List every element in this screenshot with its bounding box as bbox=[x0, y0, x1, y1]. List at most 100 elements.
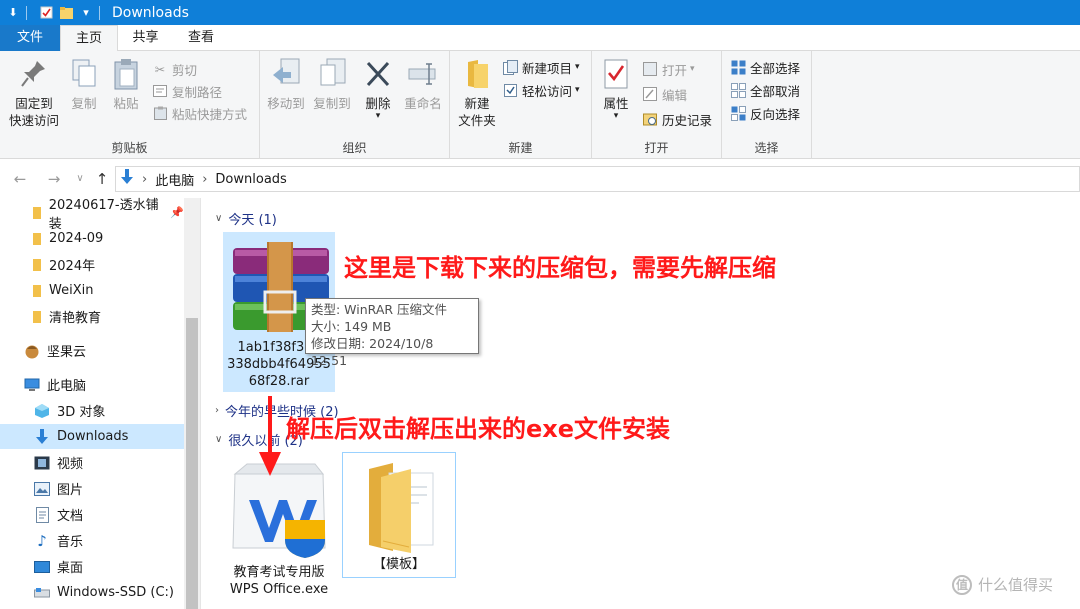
delete-label: 删除 bbox=[365, 96, 391, 111]
sidebar-item-pictures[interactable]: 图片 bbox=[0, 476, 184, 501]
sidebar-item-label: 2024-09 bbox=[49, 231, 104, 246]
sidebar-scrollbar-thumb[interactable] bbox=[186, 318, 198, 609]
delete-dropdown-icon[interactable]: ▾ bbox=[360, 112, 396, 121]
open-button[interactable]: 打开 ▾ bbox=[642, 59, 695, 79]
up-arrow-icon[interactable]: ↑ bbox=[92, 169, 112, 189]
history-button[interactable]: 历史记录 bbox=[642, 109, 712, 129]
tab-view[interactable]: 查看 bbox=[173, 25, 229, 51]
tab-home[interactable]: 主页 bbox=[60, 25, 118, 52]
copy-path-button[interactable]: 复制路径 bbox=[152, 81, 222, 101]
sidebar-item-weixin[interactable]: WeiXin bbox=[0, 278, 184, 303]
annotation-top: 这里是下载下来的压缩包，需要先解压缩 bbox=[344, 254, 776, 282]
easy-access-button[interactable]: 轻松访问 ▾ bbox=[502, 80, 580, 100]
copy-button[interactable]: 复制 bbox=[64, 57, 104, 112]
open-dropdown-icon: ▾ bbox=[690, 64, 695, 74]
new-folder-quick-icon[interactable] bbox=[59, 6, 73, 20]
quick-access-arrow-icon[interactable]: ⬇ bbox=[6, 6, 20, 20]
new-folder-button[interactable]: 新建 文件夹 bbox=[454, 57, 500, 129]
edit-icon bbox=[642, 86, 658, 102]
delete-button[interactable]: 删除 ▾ bbox=[360, 57, 396, 121]
properties-dropdown-icon[interactable]: ▾ bbox=[596, 112, 636, 121]
sidebar-item-this-pc[interactable]: 此电脑 bbox=[0, 372, 184, 397]
new-item-dropdown-icon: ▾ bbox=[575, 62, 580, 72]
file-name-line1: 教育考试专用版 bbox=[233, 565, 325, 580]
new-folder-icon bbox=[461, 57, 493, 91]
sidebar-item-label: Downloads bbox=[57, 429, 129, 444]
select-none-button[interactable]: 全部取消 bbox=[730, 80, 800, 100]
sidebar-item-documents[interactable]: 文档 bbox=[0, 502, 184, 527]
move-to-button[interactable]: 移动到 bbox=[264, 57, 308, 112]
sidebar-item-2024[interactable]: 2024年 bbox=[0, 252, 184, 277]
history-icon bbox=[642, 111, 658, 127]
group-organize: 移动到 复制到 删除 ▾ 重命名 组织 bbox=[260, 51, 450, 159]
easy-access-label: 轻松访问 bbox=[522, 83, 573, 99]
paste-shortcut-button[interactable]: 粘贴快捷方式 bbox=[152, 103, 247, 123]
easy-access-icon bbox=[502, 82, 518, 98]
collapse-chevron-icon[interactable]: ∨ bbox=[215, 434, 222, 445]
paste-label: 粘贴 bbox=[113, 96, 139, 111]
sidebar-item-desktop[interactable]: 桌面 bbox=[0, 554, 184, 579]
paste-button[interactable]: 粘贴 bbox=[106, 57, 146, 112]
copy-to-icon bbox=[316, 57, 348, 91]
sidebar-item-label: 图片 bbox=[57, 483, 84, 498]
collapse-chevron-icon[interactable]: ∨ bbox=[215, 213, 222, 224]
new-item-label: 新建项目 bbox=[522, 60, 573, 76]
properties-icon bbox=[600, 57, 632, 91]
tab-file[interactable]: 文件 bbox=[0, 25, 60, 51]
sidebar-item-videos[interactable]: 视频 bbox=[0, 450, 184, 475]
breadcrumb-separator-icon-2: › bbox=[202, 171, 208, 187]
folder-tile-template[interactable]: 【模板】 bbox=[342, 452, 456, 578]
watermark-text: 什么值得买 bbox=[978, 576, 1054, 594]
paste-icon bbox=[110, 57, 142, 91]
breadcrumb-this-pc[interactable]: 此电脑 bbox=[155, 170, 194, 189]
select-none-icon bbox=[730, 82, 746, 98]
sidebar-item-label: 视频 bbox=[57, 457, 84, 472]
title-separator bbox=[26, 5, 27, 20]
tab-share[interactable]: 共享 bbox=[118, 25, 173, 51]
navigation-bar: ← → ∨ ↑ › 此电脑 › Downloads bbox=[0, 160, 1080, 198]
pin-icon: 📌 bbox=[170, 206, 184, 219]
group-new: 新建 文件夹 新建项目 ▾ 轻松访问 ▾ 新建 bbox=[450, 51, 592, 159]
new-item-button[interactable]: 新建项目 ▾ bbox=[502, 57, 580, 77]
folder-icon bbox=[32, 205, 42, 221]
select-all-button[interactable]: 全部选择 bbox=[730, 57, 800, 77]
select-none-label: 全部取消 bbox=[750, 83, 801, 99]
expand-chevron-icon[interactable]: › bbox=[215, 405, 219, 416]
sidebar-item-downloads[interactable]: Downloads bbox=[0, 424, 184, 449]
cube-3d-icon bbox=[34, 403, 50, 419]
ribbon-tabs: 文件 主页 共享 查看 bbox=[0, 25, 1080, 52]
file-name-line2: WPS Office.exe bbox=[229, 582, 329, 597]
forward-arrow-icon[interactable]: → bbox=[44, 169, 64, 189]
new-folder-label-2: 文件夹 bbox=[458, 113, 496, 128]
sidebar-item-music[interactable]: ♪ 音乐 bbox=[0, 528, 184, 553]
recent-locations-chevron-icon[interactable]: ∨ bbox=[70, 169, 90, 189]
invert-selection-button[interactable]: 反向选择 bbox=[730, 103, 800, 123]
sidebar-item-label: 坚果云 bbox=[47, 345, 87, 360]
document-icon bbox=[34, 506, 50, 523]
copy-to-button[interactable]: 复制到 bbox=[310, 57, 354, 112]
breadcrumb-downloads[interactable]: Downloads bbox=[215, 172, 286, 187]
rename-button[interactable]: 重命名 bbox=[400, 57, 446, 112]
back-arrow-icon[interactable]: ← bbox=[10, 169, 30, 189]
sidebar-item-jianguoyun[interactable]: 坚果云 bbox=[0, 338, 184, 363]
group-clipboard: 固定到 快速访问 复制 粘贴 ✂ 剪切 复制路径 粘贴快捷方式 剪贴板 bbox=[0, 51, 260, 159]
sidebar-item-qingyan[interactable]: 清艳教育 bbox=[0, 304, 184, 329]
scissors-icon: ✂ bbox=[154, 61, 166, 77]
sidebar-item-c-drive[interactable]: Windows-SSD (C:) bbox=[0, 580, 184, 605]
properties-button[interactable]: 属性 ▾ bbox=[596, 57, 636, 121]
pin-quick-access-button[interactable]: 固定到 快速访问 bbox=[6, 57, 62, 129]
film-icon bbox=[34, 455, 50, 471]
sidebar-item-label: 桌面 bbox=[57, 561, 84, 576]
sidebar-item-2024-09[interactable]: 2024-09 bbox=[0, 226, 184, 251]
sidebar-item-folder-20240617[interactable]: 20240617-透水铺装 📌 bbox=[0, 198, 184, 232]
cut-button[interactable]: ✂ 剪切 bbox=[152, 59, 197, 79]
ribbon: 固定到 快速访问 复制 粘贴 ✂ 剪切 复制路径 粘贴快捷方式 剪贴板 移动到 … bbox=[0, 51, 1080, 159]
group-header-today[interactable]: ∨ 今天 (1) bbox=[215, 209, 277, 228]
address-bar[interactable]: › 此电脑 › Downloads bbox=[115, 166, 1080, 192]
edit-button[interactable]: 编辑 bbox=[642, 84, 687, 104]
customize-dropdown-icon[interactable]: ▾ bbox=[79, 6, 93, 20]
properties-quick-icon[interactable] bbox=[39, 6, 53, 20]
sidebar-item-3d-objects[interactable]: 3D 对象 bbox=[0, 398, 184, 423]
drive-icon bbox=[34, 585, 50, 601]
sidebar-item-label: 3D 对象 bbox=[57, 405, 106, 420]
